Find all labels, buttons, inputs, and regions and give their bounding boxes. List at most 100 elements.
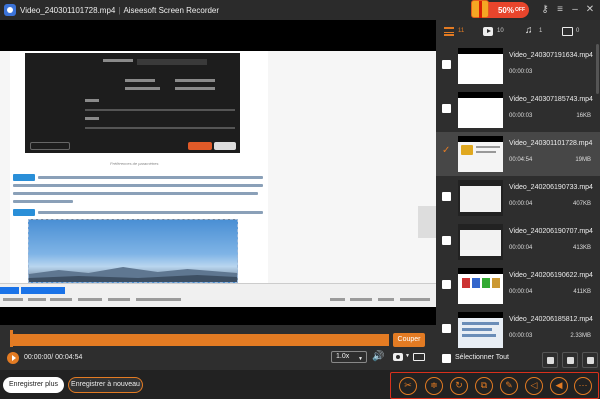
key-icon[interactable]: ⚷ — [538, 3, 552, 17]
edit-icon[interactable]: ✎ — [500, 377, 518, 395]
item-size: 16KB — [576, 113, 591, 119]
filter-tabs: 11 10 ♫ 1 0 — [436, 20, 600, 44]
item-name: Video_240307185743.mp4 — [509, 96, 593, 103]
trim-track[interactable] — [11, 334, 389, 346]
tab-image-count: 0 — [576, 28, 580, 34]
recorded-side-panel — [418, 206, 436, 238]
cut-button[interactable]: Couper — [393, 333, 425, 347]
list-item[interactable]: Video_240307191634.mp4 00:00:03 — [436, 44, 600, 88]
item-checkbox[interactable] — [442, 324, 451, 333]
item-duration: 00:04:54 — [509, 157, 533, 163]
recording-list: Video_240307191634.mp4 00:00:03 Video_24… — [436, 44, 600, 352]
item-thumbnail — [458, 48, 503, 84]
item-checkbox[interactable] — [442, 192, 451, 201]
tab-image[interactable]: 0 — [562, 26, 590, 38]
item-duration: 00:00:03 — [509, 113, 533, 119]
tab-video-count: 10 — [497, 28, 504, 34]
item-name: Video_240301101728.mp4 — [509, 140, 593, 147]
trash-icon[interactable] — [542, 352, 558, 368]
item-checkbox[interactable] — [442, 236, 451, 245]
recordings-sidebar: 11 10 ♫ 1 0 Video_240307191634.mp4 00:00… — [436, 20, 600, 370]
recorded-document-page: Préférences de paramètres — [10, 51, 268, 283]
item-thumbnail — [458, 224, 503, 260]
folder-open-icon[interactable] — [582, 352, 598, 368]
window-app-name: Aiseesoft Screen Recorder — [123, 5, 220, 15]
item-duration: 00:00:04 — [509, 289, 533, 295]
list-item[interactable]: Video_240206190707.mp4 00:00:04 413KB — [436, 220, 600, 264]
video-icon — [483, 27, 493, 36]
list-item[interactable]: Video_240206190622.mp4 00:00:04 411KB — [436, 264, 600, 308]
chevron-down-icon[interactable]: ▼ — [405, 353, 410, 359]
record-more-button[interactable]: Enregistrer plus — [3, 377, 64, 393]
clip-trim-icon[interactable]: ≑ — [425, 377, 443, 395]
chevron-down-icon: ▼ — [358, 356, 363, 362]
document-caption: Préférences de paramètres — [110, 161, 159, 166]
record-again-button[interactable]: Enregistrer à nouveau — [68, 377, 143, 393]
list-item-selected[interactable]: Video_240301101728.mp4 00:04:54 19MB — [436, 132, 600, 176]
title-bar: Video_240301101728.mp4 | Aiseesoft Scree… — [0, 0, 600, 20]
close-icon[interactable]: ✕ — [583, 3, 597, 17]
list-item[interactable]: Video_240206190733.mp4 00:00:04 407KB — [436, 176, 600, 220]
audio-add-icon[interactable]: ◀ — [550, 377, 568, 395]
more-icon[interactable]: ⋯ — [574, 377, 592, 395]
list-scrollbar[interactable] — [596, 44, 599, 94]
item-name: Video_240206190622.mp4 — [509, 272, 593, 279]
time-display: 00:00:00/ 00:04:54 — [24, 354, 83, 361]
recorded-screen-frame: Préférences de paramètres — [0, 51, 436, 307]
tab-all[interactable]: 11 — [444, 26, 472, 38]
item-size: 411KB — [573, 289, 591, 295]
item-thumbnail — [458, 136, 503, 172]
video-preview[interactable]: Préférences de paramètres — [0, 20, 436, 325]
playhead-handle[interactable] — [10, 330, 13, 347]
item-thumbnail — [458, 180, 503, 216]
item-duration: 00:00:03 — [509, 333, 533, 339]
promo-badge[interactable]: 50% OFF — [471, 0, 529, 18]
tab-audio[interactable]: ♫ 1 — [525, 25, 553, 38]
speed-select[interactable]: 1.0x ▼ — [331, 351, 367, 363]
item-checkbox[interactable] — [442, 104, 451, 113]
tab-video[interactable]: 10 — [483, 26, 511, 38]
minimize-icon[interactable]: – — [568, 3, 582, 17]
item-duration: 00:00:03 — [509, 69, 533, 75]
list-item[interactable]: Video_240206185812.mp4 00:00:03 2.33MB — [436, 308, 600, 352]
gift-icon — [471, 0, 489, 18]
camera-icon[interactable] — [393, 353, 403, 361]
scissors-icon[interactable]: ✂ — [399, 377, 417, 395]
folder-export-icon[interactable] — [562, 352, 578, 368]
rotate-icon[interactable]: ↻ — [450, 377, 468, 395]
item-name: Video_240307191634.mp4 — [509, 52, 593, 59]
item-checkbox[interactable] — [442, 280, 451, 289]
item-thumbnail — [458, 92, 503, 128]
item-checkbox-checked[interactable] — [442, 145, 451, 157]
tab-all-count: 11 — [458, 28, 465, 34]
volume-icon[interactable]: 🔊 — [372, 351, 384, 363]
item-duration: 00:00:04 — [509, 245, 533, 251]
app-window: Video_240301101728.mp4 | Aiseesoft Scree… — [0, 0, 600, 399]
list-item[interactable]: Video_240307185743.mp4 00:00:03 16KB — [436, 88, 600, 132]
select-all-checkbox[interactable] — [442, 354, 451, 363]
menu-icon[interactable]: ≡ — [553, 3, 567, 17]
item-thumbnail — [458, 268, 503, 304]
tab-audio-count: 1 — [539, 28, 543, 34]
recorded-settings-dialog — [25, 53, 240, 153]
speed-value: 1.0x — [336, 353, 350, 360]
item-thumbnail — [458, 312, 503, 348]
title-separator: | — [118, 5, 121, 15]
item-size: 2.33MB — [570, 333, 591, 339]
item-size: 407KB — [572, 201, 591, 207]
promo-suffix: OFF — [515, 7, 525, 13]
app-logo-icon — [4, 4, 16, 16]
promo-value: 50% — [497, 5, 514, 15]
item-name: Video_240206190733.mp4 — [509, 184, 593, 191]
merge-icon[interactable]: ⧉ — [475, 377, 493, 395]
play-button[interactable] — [7, 352, 19, 364]
window-file-title: Video_240301101728.mp4 — [20, 5, 116, 15]
edit-tools-group: ✂ ≑ ↻ ⧉ ✎ ◁ ◀ ⋯ — [390, 372, 599, 399]
volume-adjust-icon[interactable]: ◁ — [525, 377, 543, 395]
sidebar-footer: Sélectionner Tout — [436, 352, 600, 370]
music-note-icon: ♫ — [525, 25, 533, 36]
item-checkbox[interactable] — [442, 60, 451, 69]
item-duration: 00:00:04 — [509, 201, 533, 207]
folder-icon[interactable] — [413, 353, 425, 361]
document-photo — [28, 219, 238, 283]
